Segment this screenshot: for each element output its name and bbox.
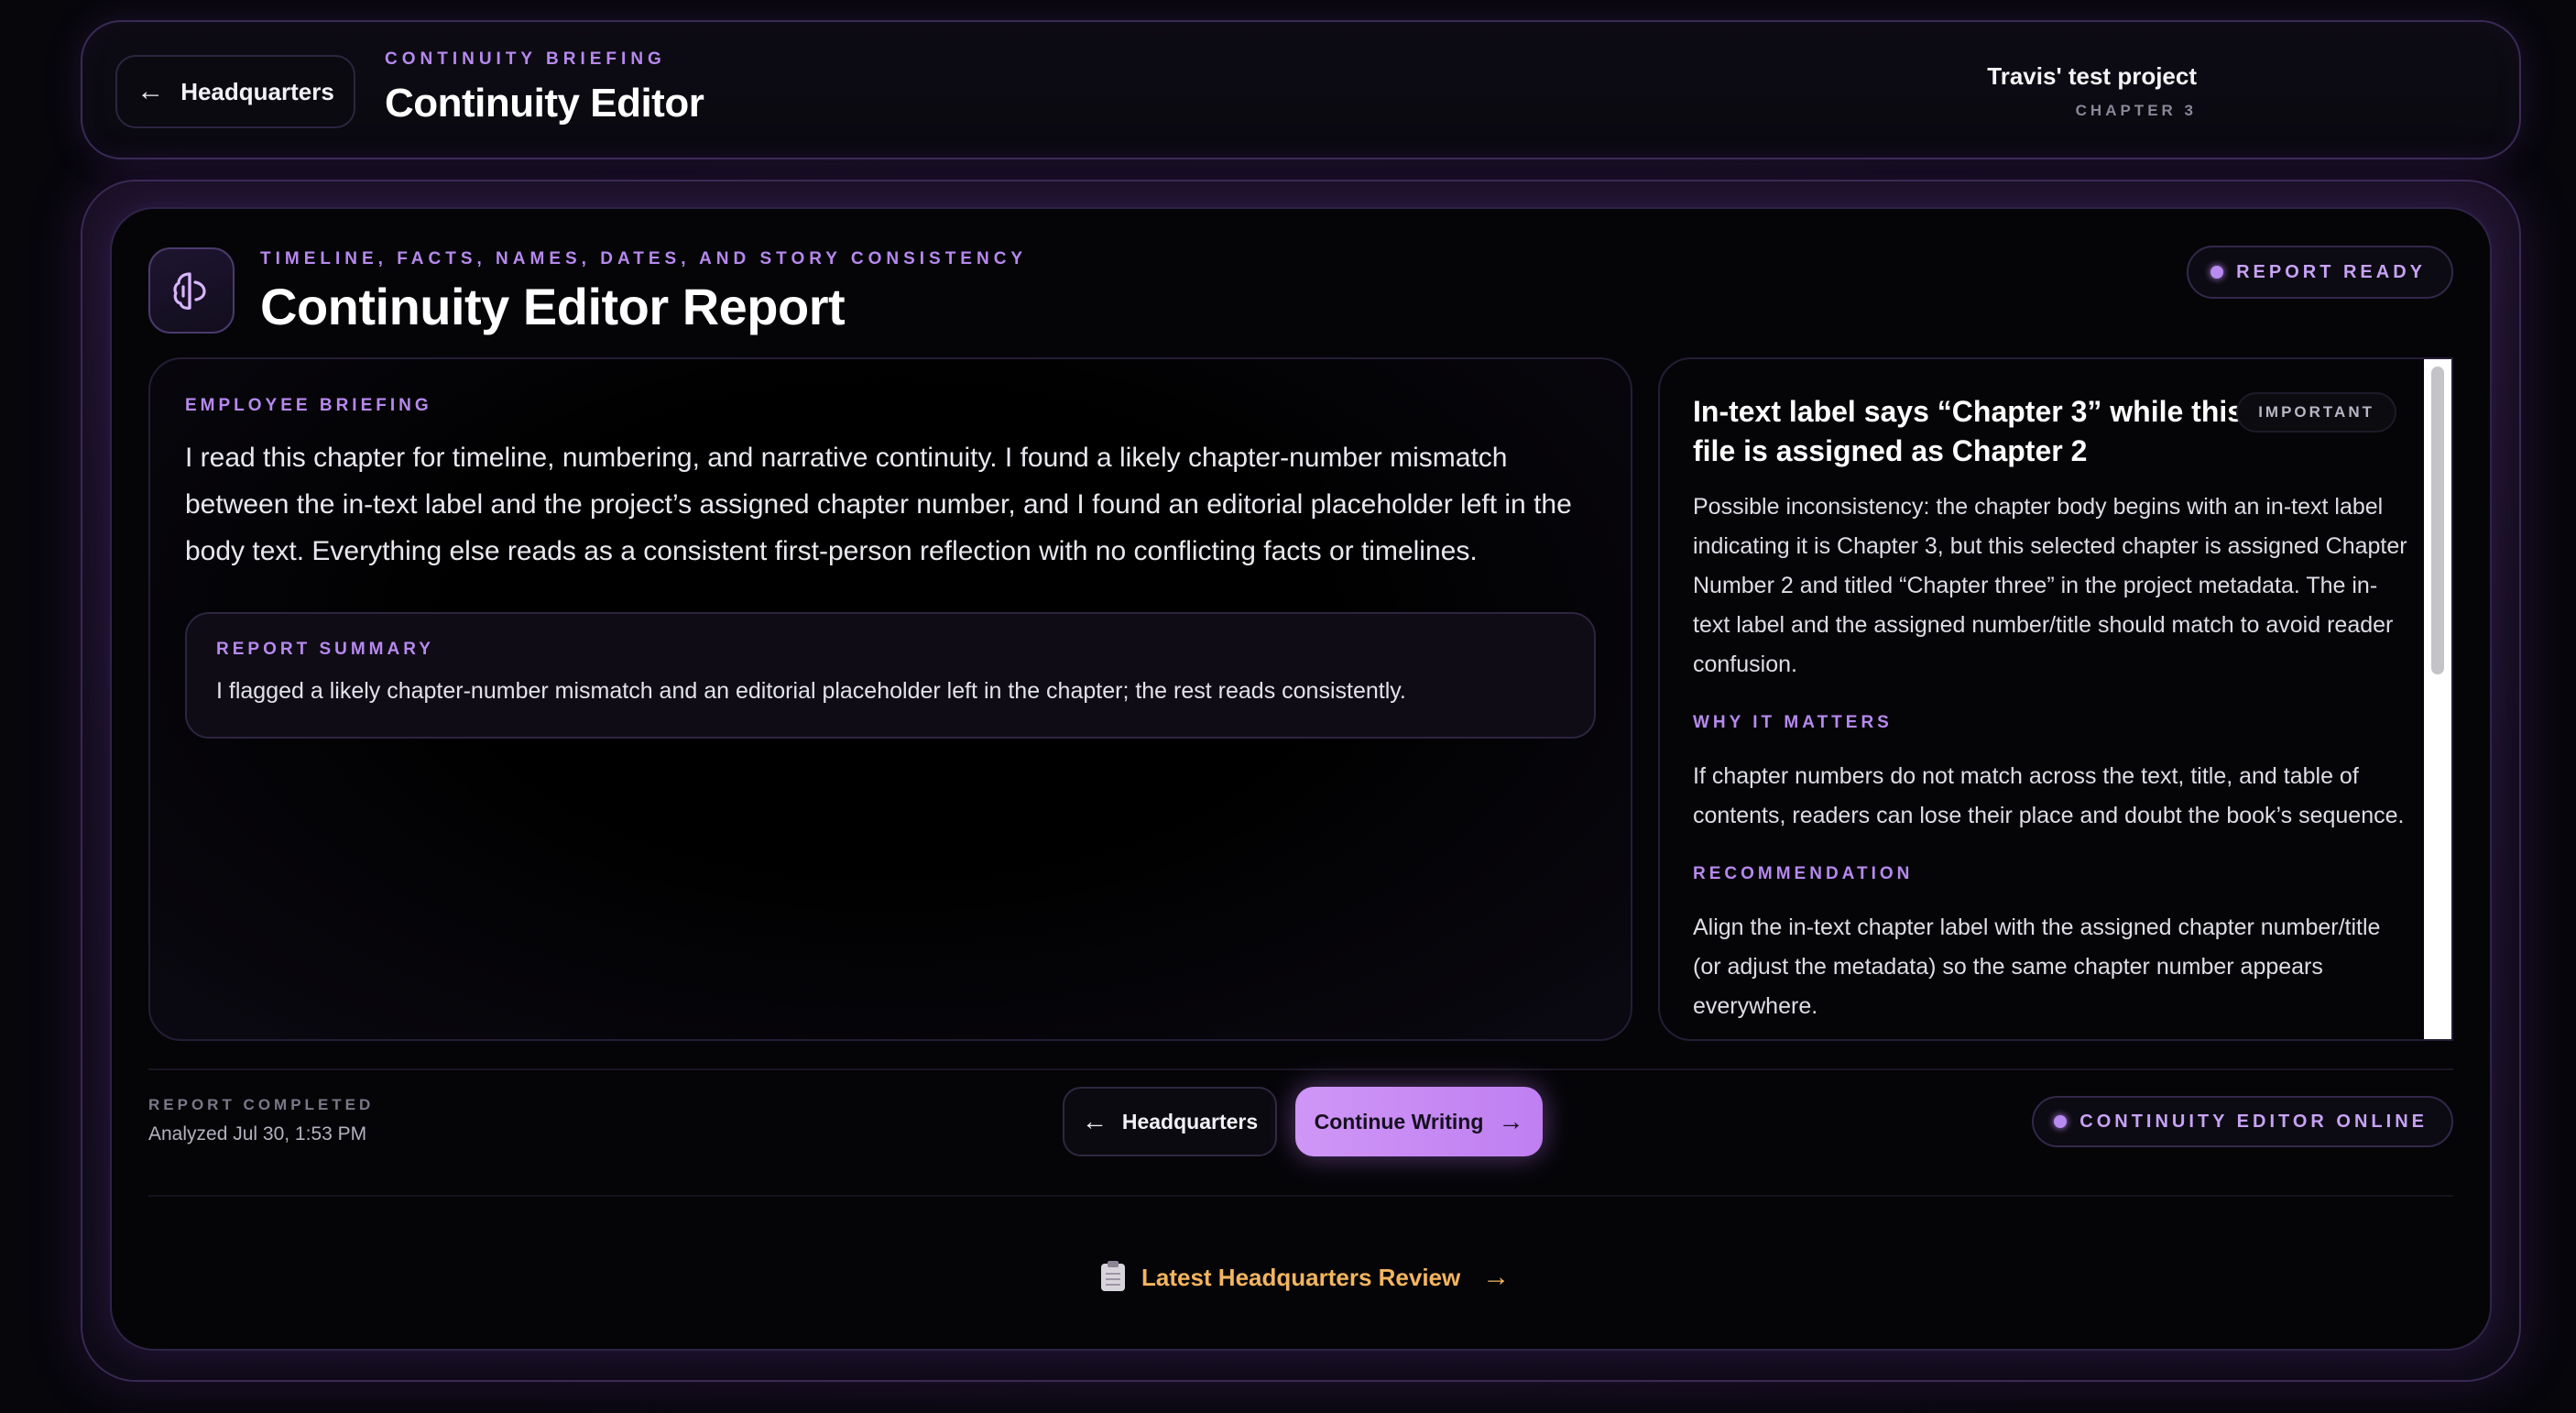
status-dot-icon [2054, 1115, 2068, 1128]
headquarters-back-button[interactable]: ← Headquarters [115, 55, 355, 128]
arrow-right-icon: → [1498, 1107, 1524, 1135]
top-header-bar: ← Headquarters CONTINUITY BRIEFING Conti… [81, 20, 2521, 159]
issue-card: In-text label says “Chapter 3” while thi… [1658, 357, 2453, 1041]
issue-description: Possible inconsistency: the chapter body… [1693, 494, 2407, 677]
report-summary-box: REPORT SUMMARY I flagged a likely chapte… [185, 612, 1596, 739]
editor-online-status: CONTINUITY EDITOR ONLINE [2032, 1096, 2453, 1147]
recommendation-heading: RECOMMENDATION [1693, 864, 1914, 883]
brain-icon [148, 247, 235, 334]
page-title: Continuity Editor [385, 81, 704, 126]
headquarters-button-label: Headquarters [1121, 1109, 1259, 1134]
report-title: Continuity Editor Report [260, 278, 846, 335]
report-status-label: REPORT READY [2236, 261, 2426, 282]
report-completed-label: REPORT COMPLETED [148, 1096, 375, 1113]
chapter-label: CHAPTER 3 [2075, 102, 2197, 119]
arrow-right-icon: → [1482, 1262, 1511, 1292]
divider [148, 1068, 2453, 1070]
arrow-left-icon: ← [136, 76, 165, 106]
why-it-matters-heading: WHY IT MATTERS [1693, 713, 1893, 732]
arrow-left-icon: ← [1081, 1107, 1108, 1135]
project-name: Travis' test project [1987, 62, 2197, 90]
continue-writing-label: Continue Writing [1314, 1109, 1484, 1134]
report-panel: TIMELINE, FACTS, NAMES, DATES, AND STORY… [110, 207, 2492, 1351]
issue-scroll-area[interactable]: In-text label says “Chapter 3” while thi… [1660, 359, 2429, 1039]
online-status-label: CONTINUITY EDITOR ONLINE [2079, 1111, 2428, 1132]
project-info: Travis' test project CHAPTER 3 [1987, 62, 2197, 120]
headquarters-button[interactable]: ← Headquarters [1063, 1087, 1277, 1156]
header-eyebrow: CONTINUITY BRIEFING [385, 49, 666, 69]
status-dot-icon [2210, 266, 2224, 279]
briefing-label: EMPLOYEE BRIEFING [185, 396, 432, 415]
why-it-matters-text: If chapter numbers do not match across t… [1693, 763, 2405, 828]
scrollbar-thumb[interactable] [2431, 367, 2444, 674]
summary-text: I flagged a likely chapter-number mismat… [216, 678, 1406, 704]
summary-label: REPORT SUMMARY [216, 640, 434, 659]
employee-briefing-card: EMPLOYEE BRIEFING I read this chapter fo… [148, 357, 1632, 1041]
recommendation-text: Align the in-text chapter label with the… [1693, 915, 2381, 1019]
latest-review-link[interactable]: Latest Headquarters Review → [1101, 1259, 1510, 1296]
briefing-text: I read this chapter for timeline, number… [185, 443, 1572, 566]
headquarters-back-label: Headquarters [180, 77, 334, 105]
report-status-badge: REPORT READY [2187, 246, 2453, 299]
clipboard-icon [1101, 1261, 1125, 1291]
issue-body: Possible inconsistency: the chapter body… [1693, 487, 2407, 1026]
analyzed-timestamp: Analyzed Jul 30, 1:53 PM [148, 1123, 367, 1145]
divider [148, 1195, 2453, 1197]
issue-title: In-text label says “Chapter 3” while thi… [1693, 395, 2244, 467]
latest-review-label: Latest Headquarters Review [1141, 1263, 1461, 1291]
severity-badge: IMPORTANT [2236, 392, 2396, 433]
report-eyebrow: TIMELINE, FACTS, NAMES, DATES, AND STORY… [260, 249, 1028, 268]
issue-scrollbar[interactable] [2424, 359, 2451, 1039]
continue-writing-button[interactable]: Continue Writing → [1295, 1087, 1543, 1156]
